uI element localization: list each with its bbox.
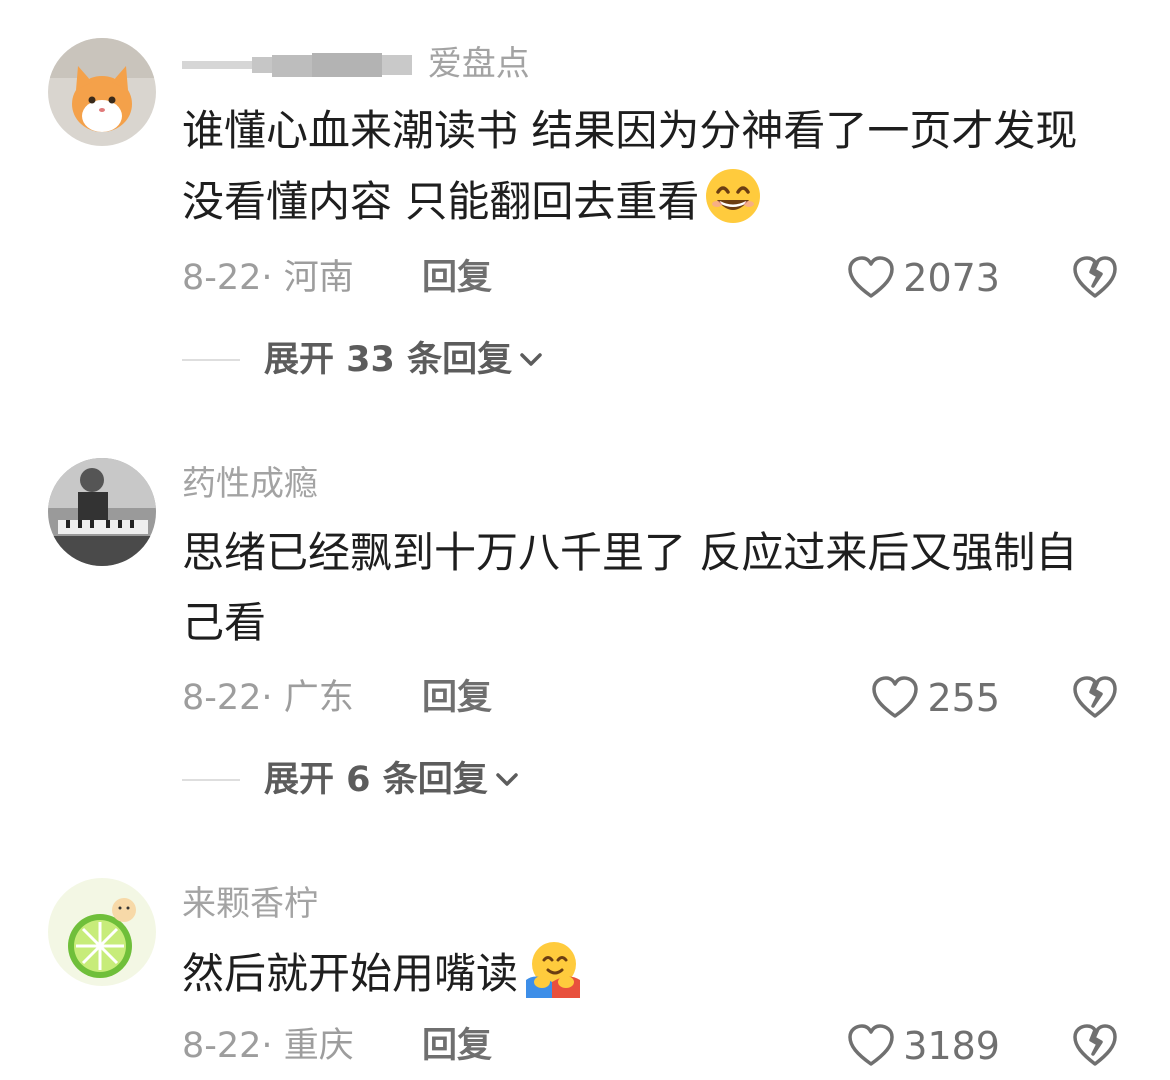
comment-date: 8-22·: [182, 258, 273, 298]
broken-heart-icon[interactable]: [1072, 256, 1118, 300]
divider-line: [182, 779, 240, 781]
username[interactable]: 爱盘点: [182, 44, 530, 84]
comment-text: 谁懂心血来潮读书 结果因为分神看了一页才发现 没看懂内容 只能翻回去重看: [182, 96, 1127, 237]
comment-text-line: 己看: [182, 598, 267, 647]
avatar[interactable]: [48, 458, 156, 566]
redacted-username: [182, 44, 428, 84]
comment-text: 思绪已经飘到十万八千里了 反应过来后又强制自 己看: [182, 518, 1127, 658]
username[interactable]: 来颗香柠: [182, 884, 318, 924]
comment-meta: 8-22· 广东: [182, 678, 354, 718]
avatar[interactable]: [48, 38, 156, 146]
comment-meta: 8-22· 河南: [182, 258, 354, 298]
expand-replies-button[interactable]: 展开 6 条回复: [182, 760, 520, 800]
comment-location: 广东: [283, 678, 354, 718]
comment-text-line: 谁懂心血来潮读书 结果因为分神看了一页才发现: [182, 106, 1078, 155]
comment-text-line: 思绪已经飘到十万八千里了 反应过来后又强制自: [182, 528, 1078, 577]
avatar[interactable]: [48, 878, 156, 986]
comment-meta: 8-22· 重庆: [182, 1026, 354, 1066]
broken-heart-icon[interactable]: [1072, 1024, 1118, 1068]
reply-button[interactable]: 回复: [422, 258, 492, 298]
piano-avatar-image: [48, 458, 156, 566]
lime-avatar-image: [48, 878, 156, 986]
heart-icon: [848, 1024, 895, 1066]
like-count: 3189: [903, 1024, 1000, 1068]
username-text: 爱盘点: [427, 44, 530, 84]
like-count: 2073: [903, 256, 1000, 300]
comment-location: 重庆: [283, 1026, 354, 1066]
expand-replies-label: 展开 6 条回复: [264, 760, 488, 800]
expand-replies-button[interactable]: 展开 33 条回复: [182, 340, 544, 380]
comment-location: 河南: [283, 258, 354, 298]
divider-line: [182, 359, 240, 361]
like-count: 255: [927, 676, 1000, 720]
chevron-down-icon: [520, 353, 542, 366]
like-button[interactable]: 2073: [847, 256, 1000, 300]
heart-icon: [872, 676, 919, 718]
broken-heart-icon[interactable]: [1072, 676, 1118, 720]
comment-date: 8-22·: [182, 678, 273, 718]
cat-avatar-image: [48, 38, 156, 146]
grinning-face-icon: [706, 169, 761, 223]
comment-text-line: 没看懂内容 只能翻回去重看: [182, 166, 1127, 237]
heart-icon: [848, 256, 895, 298]
hugging-face-icon: [526, 942, 581, 998]
like-button[interactable]: 3189: [847, 1024, 1000, 1068]
comment-date: 8-22·: [182, 1026, 273, 1066]
reply-button[interactable]: 回复: [422, 678, 492, 718]
expand-replies-label: 展开 33 条回复: [264, 340, 513, 380]
username[interactable]: 药性成瘾: [182, 464, 318, 504]
comment-text-line: 然后就开始用嘴读: [182, 938, 1127, 1009]
like-button[interactable]: 255: [871, 676, 1000, 720]
reply-button[interactable]: 回复: [422, 1026, 492, 1066]
chevron-down-icon: [495, 773, 518, 786]
comment-text: 然后就开始用嘴读: [182, 938, 1127, 1009]
